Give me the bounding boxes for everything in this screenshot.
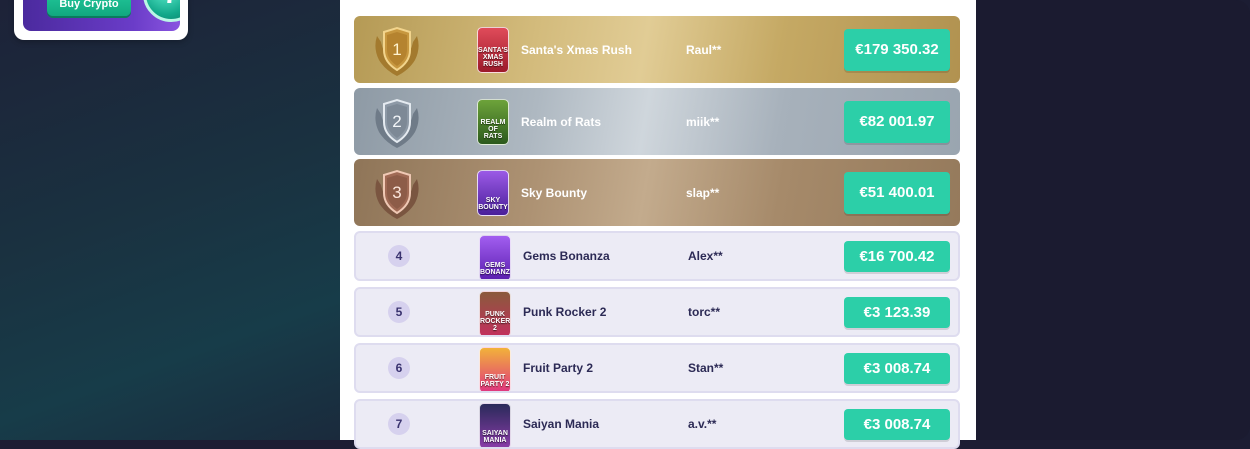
game-name[interactable]: Sky Bounty (521, 186, 587, 200)
player-name: slap** (686, 185, 720, 200)
game-name[interactable]: Santa's Xmas Rush (521, 43, 632, 57)
leaderboard-panel: 1 SANTA'S XMAS RUSH Santa's Xmas Rush Ra… (340, 0, 976, 449)
rank-cell: 6 (356, 345, 442, 391)
rank-1-number: 1 (392, 40, 401, 59)
game-name[interactable]: Realm of Rats (521, 115, 601, 129)
leaderboard-row-2[interactable]: 2 REALM OF RATS Realm of Rats miik** €82… (354, 88, 960, 155)
rank-badge: 4 (388, 245, 410, 267)
rank-cell: 4 (356, 233, 442, 279)
win-amount: €179 350.32 (844, 28, 950, 71)
game-thumbnail[interactable]: SKY BOUNTY (477, 170, 509, 216)
promo-banner: Buy Crypto 7 (23, 0, 180, 31)
win-amount: €3 123.39 (844, 296, 950, 328)
game-thumbnail[interactable]: FRUIT PARTY 2 (479, 347, 511, 391)
player-name: Stan** (688, 361, 724, 375)
win-amount: €3 008.74 (844, 352, 950, 384)
game-name[interactable]: Saiyan Mania (523, 417, 599, 431)
rank-cell: 5 (356, 289, 442, 335)
buy-crypto-button[interactable]: Buy Crypto (47, 0, 131, 16)
promo-card[interactable]: Buy Crypto 7 (14, 0, 188, 40)
rank-badge: 6 (388, 357, 410, 379)
rank-badge: 7 (388, 413, 410, 435)
win-amount: €3 008.74 (844, 408, 950, 440)
game-name[interactable]: Punk Rocker 2 (523, 305, 606, 319)
game-thumbnail[interactable]: GEMS BONANZA (479, 235, 511, 279)
rank-badge: 5 (388, 301, 410, 323)
player-name: torc** (688, 305, 721, 319)
leaderboard-row-3[interactable]: 3 SKY BOUNTY Sky Bounty slap** €51 400.0… (354, 159, 960, 226)
leaderboard-row-5[interactable]: 5 PUNK ROCKER 2 Punk Rocker 2 torc** €3 … (354, 287, 960, 337)
crypto-coin-icon: 7 (143, 0, 180, 22)
win-amount: €82 001.97 (844, 100, 950, 143)
rank-3-number: 3 (392, 183, 401, 202)
left-background (0, 0, 340, 440)
rank-2-number: 2 (392, 112, 401, 131)
game-thumbnail[interactable]: PUNK ROCKER 2 (479, 291, 511, 335)
silver-shield-icon: 2 (354, 88, 440, 155)
gold-shield-icon: 1 (354, 16, 440, 83)
leaderboard-row-4[interactable]: 4 GEMS BONANZA Gems Bonanza Alex** €16 7… (354, 231, 960, 281)
win-amount: €51 400.01 (844, 171, 950, 214)
leaderboard-row-6[interactable]: 6 FRUIT PARTY 2 Fruit Party 2 Stan** €3 … (354, 343, 960, 393)
game-thumbnail[interactable]: SAIYAN MANIA (479, 403, 511, 447)
right-background (976, 0, 1250, 440)
bronze-shield-icon: 3 (354, 159, 440, 226)
player-name: Raul** (686, 42, 722, 57)
win-amount: €16 700.42 (844, 240, 950, 272)
game-thumbnail[interactable]: SANTA'S XMAS RUSH (477, 27, 509, 73)
rank-cell: 7 (356, 401, 442, 447)
game-name[interactable]: Fruit Party 2 (523, 361, 593, 375)
player-name: Alex** (688, 249, 723, 263)
game-thumbnail[interactable]: REALM OF RATS (477, 99, 509, 145)
game-name[interactable]: Gems Bonanza (523, 249, 610, 263)
player-name: miik** (686, 114, 720, 129)
leaderboard-row-7[interactable]: 7 SAIYAN MANIA Saiyan Mania a.v.** €3 00… (354, 399, 960, 449)
leaderboard-row-1[interactable]: 1 SANTA'S XMAS RUSH Santa's Xmas Rush Ra… (354, 16, 960, 83)
player-name: a.v.** (688, 417, 717, 431)
